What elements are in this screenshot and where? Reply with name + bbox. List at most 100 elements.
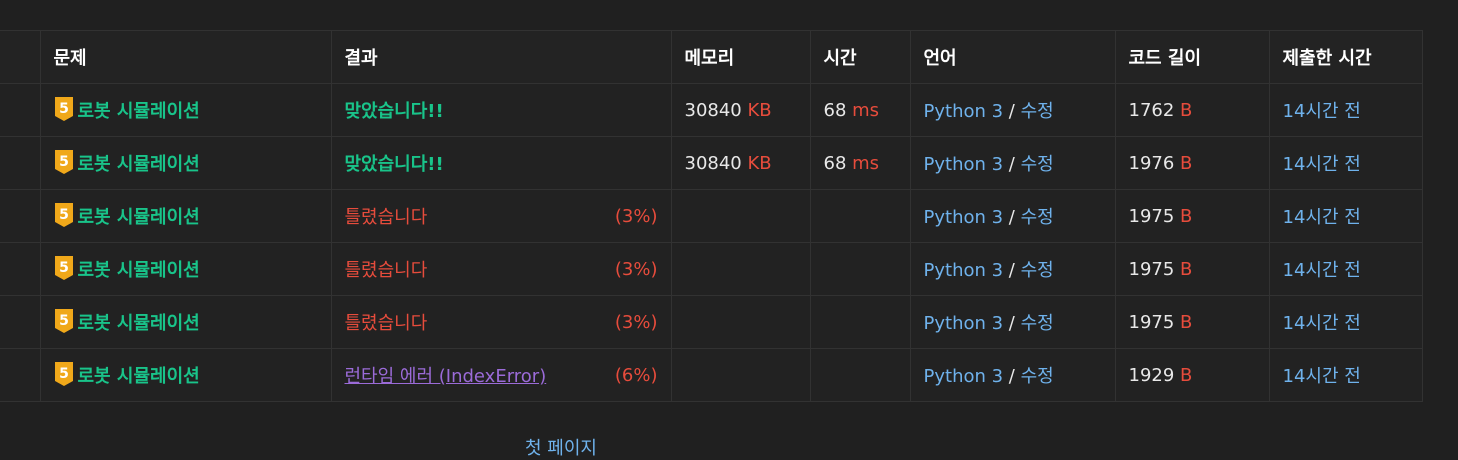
first-page-link[interactable]: 첫 페이지 — [525, 434, 597, 460]
gold-tier-icon: 5 — [54, 203, 73, 227]
submitted-time-link[interactable]: 14시간 전 — [1283, 366, 1361, 387]
problem-cell: 5 로봇 시뮬레이션 — [39, 136, 332, 190]
problem-cell: 5 로봇 시뮬레이션 — [39, 295, 332, 349]
submitted-time-link[interactable]: 14시간 전 — [1283, 313, 1361, 334]
edit-link[interactable]: 수정 — [1021, 154, 1054, 175]
memory-cell — [670, 348, 811, 402]
result-cell: 틀렸습니다 (3%) — [330, 189, 672, 243]
problem-link[interactable]: 로봇 시뮬레이션 — [78, 366, 200, 387]
time-value: 68 — [823, 99, 847, 121]
problem-cell: 5 로봇 시뮬레이션 — [39, 242, 332, 296]
result-status: 틀렸습니다 — [344, 313, 428, 334]
memory-value: 30840 — [684, 99, 742, 121]
time-cell — [809, 295, 911, 349]
result-status[interactable]: 런타임 에러 (IndexError) — [345, 362, 547, 388]
language-cell: Python 3 / 수정 — [909, 242, 1116, 296]
time-cell — [809, 189, 911, 243]
submission-id-cell — [0, 348, 41, 402]
submission-table-wrapper: 문제 결과 메모리 시간 언어 코드 길이 제출한 시간 5 로봇 시뮬레이션 … — [0, 30, 1423, 402]
code-length-value: 1762 — [1128, 99, 1175, 121]
memory-cell: 30840 KB — [670, 83, 811, 137]
submitted-time-link[interactable]: 14시간 전 — [1283, 207, 1361, 228]
problem-link[interactable]: 로봇 시뮬레이션 — [78, 260, 200, 281]
tier-level: 5 — [59, 260, 69, 276]
time-unit: ms — [852, 99, 880, 121]
gold-tier-icon: 5 — [54, 97, 73, 121]
result-cell: 틀렸습니다 (3%) — [330, 242, 672, 296]
language-link[interactable]: Python 3 — [924, 207, 1004, 228]
submitted-time-link[interactable]: 14시간 전 — [1283, 260, 1361, 281]
result-percent: (3%) — [614, 311, 658, 333]
gold-tier-icon: 5 — [54, 309, 73, 333]
submitted-time-link[interactable]: 14시간 전 — [1283, 101, 1361, 122]
submitted-time-cell: 14시간 전 — [1268, 295, 1423, 349]
tier-level: 5 — [59, 313, 69, 329]
language-cell: Python 3 / 수정 — [909, 189, 1116, 243]
memory-cell — [670, 189, 811, 243]
edit-link[interactable]: 수정 — [1021, 313, 1054, 334]
tier-level: 5 — [59, 101, 69, 117]
code-length-cell: 1929 B — [1114, 348, 1270, 402]
problem-link[interactable]: 로봇 시뮬레이션 — [78, 101, 200, 122]
problem-cell: 5 로봇 시뮬레이션 — [39, 189, 332, 243]
code-length-cell: 1975 B — [1114, 189, 1270, 243]
tier-level: 5 — [59, 366, 69, 382]
submission-table: 문제 결과 메모리 시간 언어 코드 길이 제출한 시간 5 로봇 시뮬레이션 … — [0, 30, 1423, 402]
result-cell: 맞았습니다!! — [330, 83, 672, 137]
edit-link[interactable]: 수정 — [1021, 366, 1054, 387]
edit-link[interactable]: 수정 — [1021, 207, 1054, 228]
header-result: 결과 — [330, 30, 672, 84]
code-length-cell: 1976 B — [1114, 136, 1270, 190]
memory-unit: KB — [747, 152, 772, 174]
code-length-value: 1975 — [1128, 258, 1175, 280]
edit-link[interactable]: 수정 — [1021, 260, 1054, 281]
result-cell: 런타임 에러 (IndexError) (6%) — [330, 348, 672, 402]
result-status: 맞았습니다!! — [344, 154, 444, 175]
submission-id-cell — [0, 136, 41, 190]
language-cell: Python 3 / 수정 — [909, 295, 1116, 349]
submitted-time-cell: 14시간 전 — [1268, 189, 1423, 243]
memory-cell — [670, 295, 811, 349]
result-percent: (3%) — [614, 258, 658, 280]
code-length-unit: B — [1180, 364, 1193, 386]
table-row: 5 로봇 시뮬레이션 틀렸습니다 (3%) Python 3 / 수정 1975… — [0, 189, 1423, 243]
problem-link[interactable]: 로봇 시뮬레이션 — [78, 313, 200, 334]
language-cell: Python 3 / 수정 — [909, 348, 1116, 402]
result-percent: (3%) — [614, 205, 658, 227]
code-length-unit: B — [1180, 311, 1193, 333]
result-status: 맞았습니다!! — [344, 101, 444, 122]
problem-link[interactable]: 로봇 시뮬레이션 — [78, 154, 200, 175]
gold-tier-icon: 5 — [54, 362, 73, 386]
language-link[interactable]: Python 3 — [924, 101, 1004, 122]
table-row: 5 로봇 시뮬레이션 런타임 에러 (IndexError) (6%) Pyth… — [0, 348, 1423, 402]
edit-link[interactable]: 수정 — [1021, 101, 1054, 122]
language-link[interactable]: Python 3 — [924, 154, 1004, 175]
time-cell — [809, 348, 911, 402]
language-separator: / — [1003, 366, 1021, 387]
memory-cell: 30840 KB — [670, 136, 811, 190]
result-cell: 맞았습니다!! — [330, 136, 672, 190]
table-row: 5 로봇 시뮬레이션 틀렸습니다 (3%) Python 3 / 수정 1975… — [0, 242, 1423, 296]
table-row: 5 로봇 시뮬레이션 틀렸습니다 (3%) Python 3 / 수정 1975… — [0, 295, 1423, 349]
language-link[interactable]: Python 3 — [924, 366, 1004, 387]
submission-id-cell — [0, 242, 41, 296]
table-header-row: 문제 결과 메모리 시간 언어 코드 길이 제출한 시간 — [0, 30, 1423, 84]
tier-level: 5 — [59, 207, 69, 223]
time-value: 68 — [823, 152, 847, 174]
language-separator: / — [1003, 260, 1021, 281]
gold-tier-icon: 5 — [54, 256, 73, 280]
submitted-time-link[interactable]: 14시간 전 — [1283, 154, 1361, 175]
code-length-cell: 1975 B — [1114, 242, 1270, 296]
code-length-unit: B — [1180, 99, 1193, 121]
code-length-cell: 1762 B — [1114, 83, 1270, 137]
code-length-value: 1975 — [1128, 205, 1175, 227]
result-cell: 틀렸습니다 (3%) — [330, 295, 672, 349]
problem-cell: 5 로봇 시뮬레이션 — [39, 348, 332, 402]
language-link[interactable]: Python 3 — [924, 313, 1004, 334]
submitted-time-cell: 14시간 전 — [1268, 136, 1423, 190]
time-cell: 68 ms — [809, 83, 911, 137]
time-cell: 68 ms — [809, 136, 911, 190]
language-link[interactable]: Python 3 — [924, 260, 1004, 281]
result-status: 틀렸습니다 — [344, 207, 428, 228]
problem-link[interactable]: 로봇 시뮬레이션 — [78, 207, 200, 228]
